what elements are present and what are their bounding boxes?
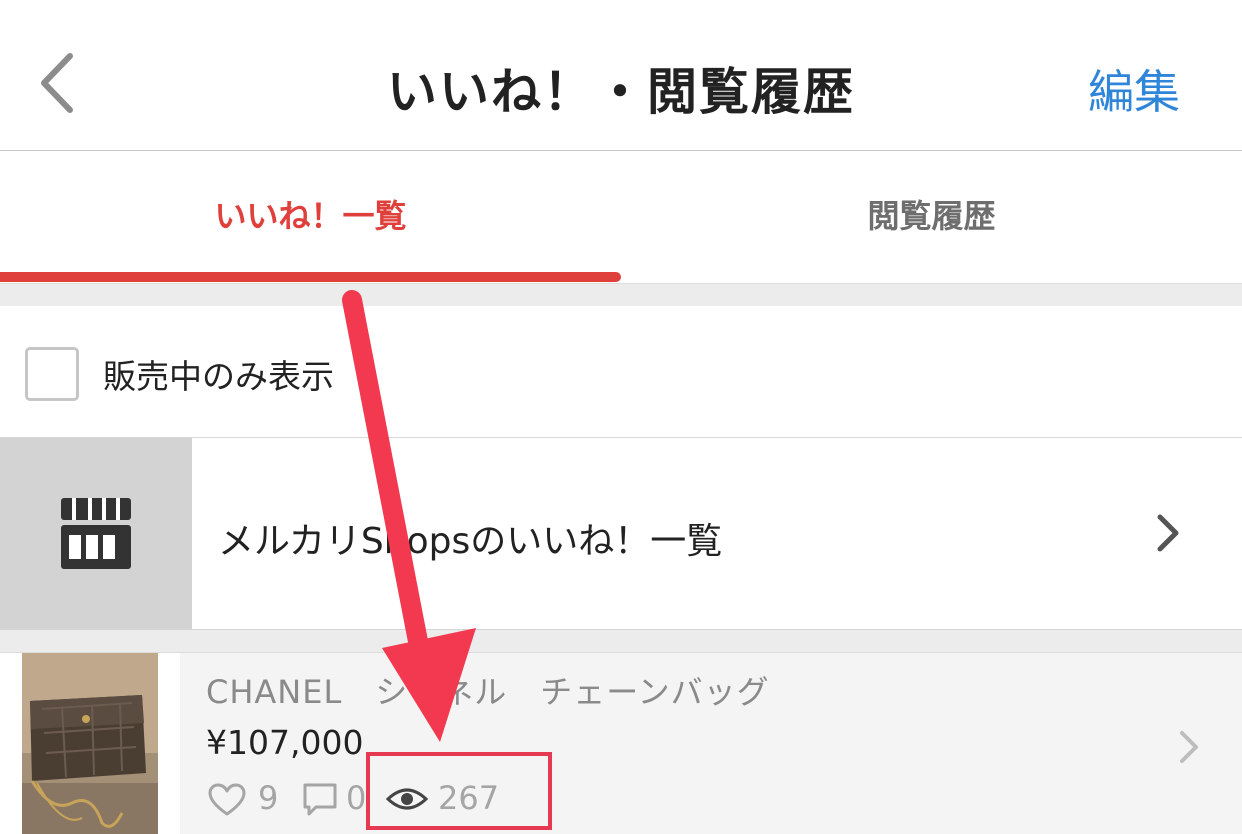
comments-count: 0 (346, 779, 367, 817)
item-thumbnail (22, 653, 158, 834)
tab-history[interactable]: 閲覧履歴 (621, 151, 1242, 283)
filter-row: 販売中のみ表示 (0, 306, 1242, 438)
edit-button[interactable]: 編集 (1088, 56, 1180, 122)
on-sale-only-checkbox[interactable] (25, 347, 79, 401)
page-title: いいね！・閲覧履歴 (387, 63, 855, 121)
chevron-right-icon (1157, 514, 1179, 552)
store-icon (61, 498, 131, 569)
tab-bar: いいね！一覧 閲覧履歴 (0, 151, 1242, 283)
chevron-right-icon (1180, 731, 1198, 763)
item-price: ¥107,000 (206, 723, 364, 762)
comment-icon (303, 783, 337, 816)
tab-likes[interactable]: いいね！一覧 (0, 151, 621, 283)
heart-icon (208, 783, 246, 816)
likes-count: 9 (258, 779, 279, 817)
navigation-bar: いいね！・閲覧履歴 編集 (0, 0, 1242, 151)
shops-likes-label: メルカリShopsのいいね！一覧 (218, 521, 723, 562)
active-tab-indicator (0, 272, 621, 282)
section-divider (0, 630, 1242, 653)
item-name: CHANEL シャネル チェーンバッグ (206, 673, 770, 711)
shops-likes-link[interactable]: メルカリShopsのいいね！一覧 (0, 438, 1242, 630)
eye-icon (386, 788, 428, 810)
liked-item-row[interactable]: CHANEL シャネル チェーンバッグ ¥107,000 9 0 267 (0, 653, 1242, 834)
views-count: 267 (438, 779, 500, 817)
section-divider (0, 283, 1242, 307)
on-sale-only-label: 販売中のみ表示 (103, 357, 334, 396)
shop-icon-box (0, 438, 192, 629)
